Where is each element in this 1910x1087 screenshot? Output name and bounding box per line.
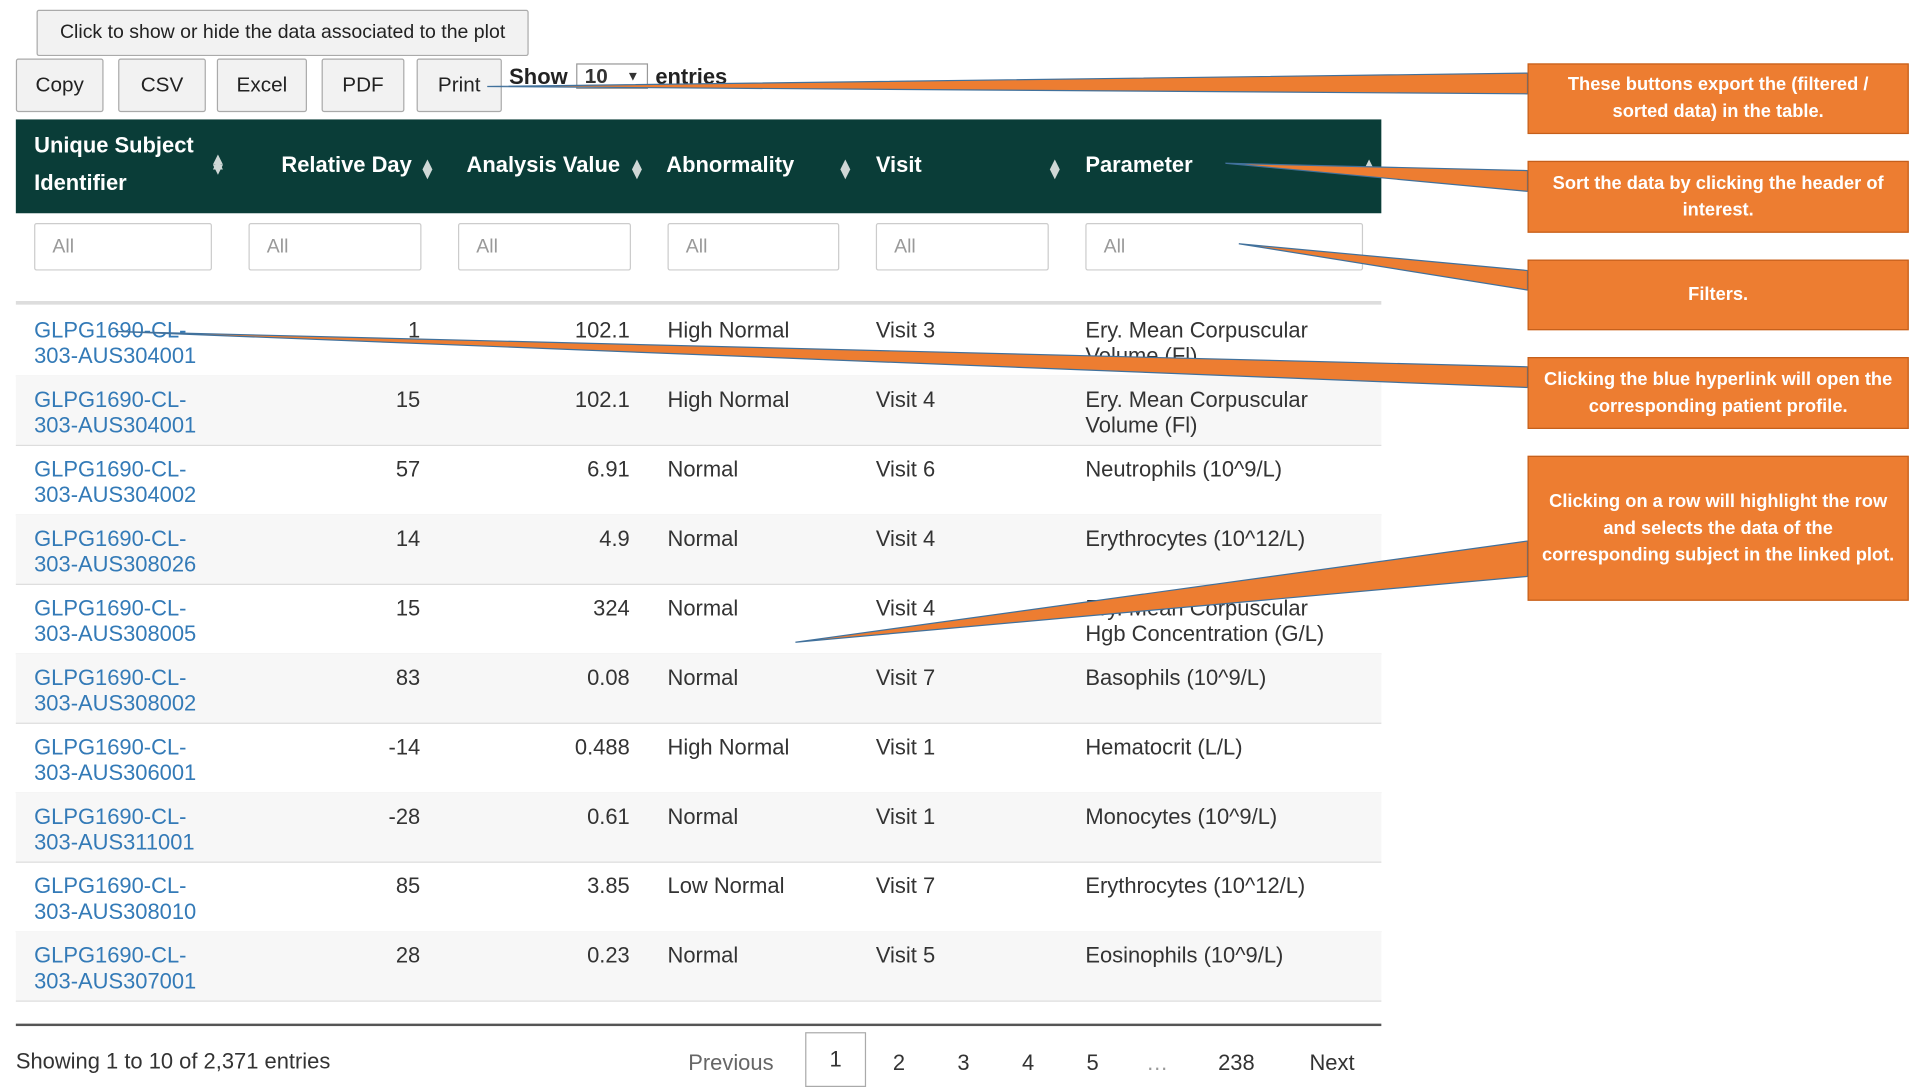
callout-hyperlink: Clicking the blue hyperlink will open th… bbox=[1527, 357, 1909, 429]
arrow-export bbox=[487, 72, 1529, 95]
callout-row: Clicking on a row will highlight the row… bbox=[1527, 455, 1909, 601]
callout-sort: Sort the data by clicking the header of … bbox=[1527, 160, 1909, 233]
arrow-hyperlink bbox=[115, 330, 1529, 389]
arrow-sort bbox=[1225, 162, 1529, 192]
callout-export: These buttons export the (filtered / sor… bbox=[1527, 63, 1909, 135]
page: Click to show or hide the data associate… bbox=[0, 0, 1910, 1087]
callout-filters: Filters. bbox=[1527, 259, 1909, 331]
arrow-filters bbox=[1238, 243, 1529, 291]
arrow-row bbox=[795, 540, 1529, 643]
